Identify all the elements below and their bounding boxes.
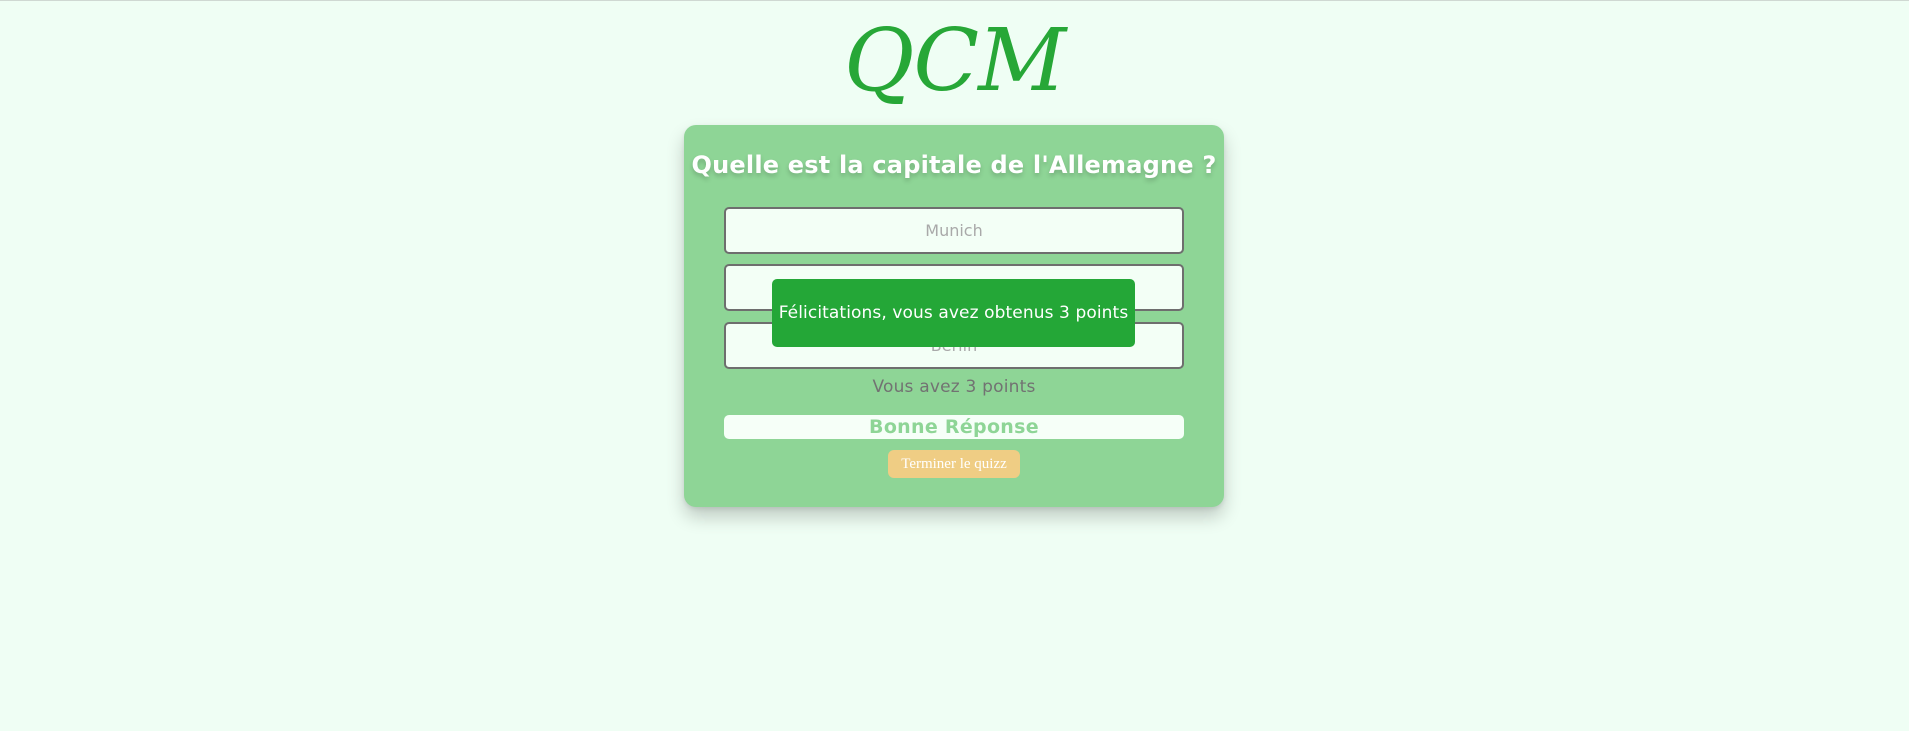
question-text: Quelle est la capitale de l'Allemagne ?	[691, 151, 1217, 179]
congratulations-toast: Félicitations, vous avez obtenus 3 point…	[772, 279, 1135, 347]
app-logo: QCM	[843, 11, 1066, 111]
answer-feedback: Bonne Réponse	[724, 415, 1184, 439]
finish-quiz-button[interactable]: Terminer le quizz	[888, 450, 1020, 478]
score-text: Vous avez 3 points	[872, 377, 1036, 397]
answer-option-1[interactable]: Munich	[724, 207, 1184, 254]
